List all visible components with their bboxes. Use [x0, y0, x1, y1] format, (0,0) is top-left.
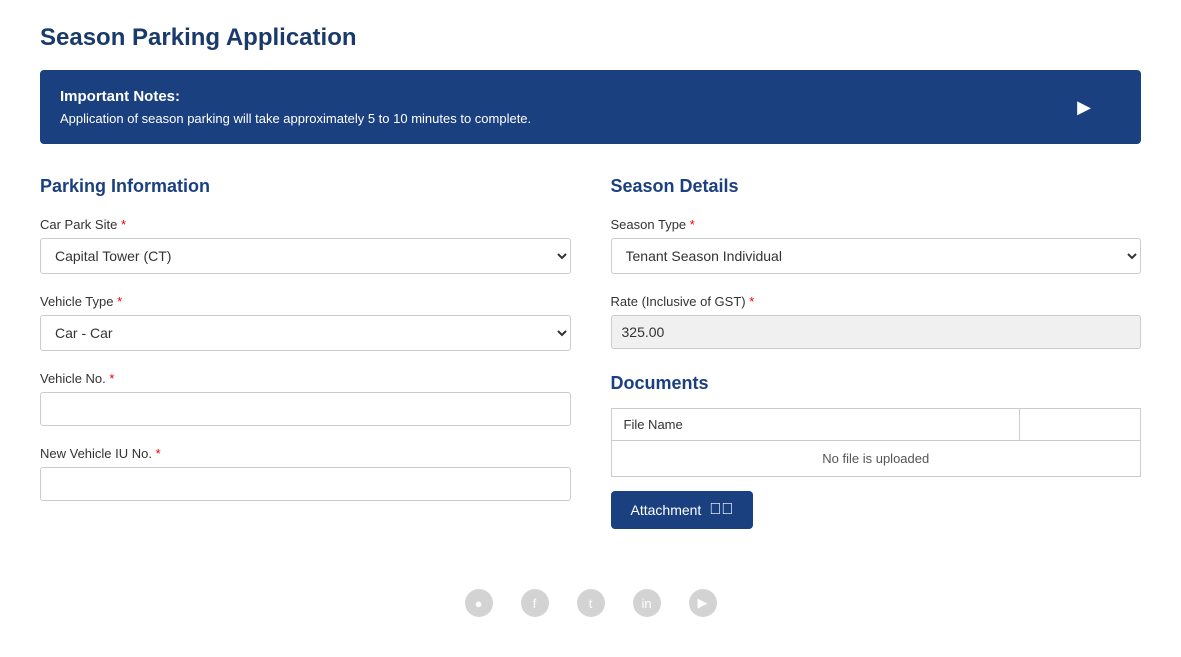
season-type-label: Season Type * [611, 217, 1142, 232]
banner-body: Application of season parking will take … [60, 111, 531, 126]
new-vehicle-iu-input[interactable] [40, 467, 571, 501]
season-details-section: Season Details Season Type * Tenant Seas… [611, 176, 1142, 529]
documents-table: File Name No file is uploaded [611, 408, 1142, 477]
rate-value: 325.00 [611, 315, 1142, 349]
vehicle-type-label: Vehicle Type * [40, 294, 571, 309]
car-park-site-field: Car Park Site * Capital Tower (CT) Other… [40, 217, 571, 274]
rate-field: Rate (Inclusive of GST) * 325.00 [611, 294, 1142, 349]
page-title: Season Parking Application [40, 24, 1141, 52]
action-column-header [1019, 409, 1140, 441]
season-details-title: Season Details [611, 176, 1142, 197]
parking-information-section: Parking Information Car Park Site * Capi… [40, 176, 571, 529]
season-type-select[interactable]: Tenant Season Individual Monthly Annual [611, 238, 1142, 274]
facebook-icon: f [521, 589, 549, 617]
banner-content: Important Notes: Application of season p… [60, 88, 531, 126]
file-name-column-header: File Name [611, 409, 1019, 441]
table-row: No file is uploaded [611, 441, 1141, 477]
documents-title: Documents [611, 373, 1142, 394]
upload-icon: ⬆⃝ [709, 501, 733, 519]
table-header-row: File Name [611, 409, 1141, 441]
new-vehicle-iu-label: New Vehicle IU No. * [40, 446, 571, 461]
important-notes-banner: Important Notes: Application of season p… [40, 70, 1141, 144]
car-park-site-label: Car Park Site * [40, 217, 571, 232]
new-vehicle-iu-field: New Vehicle IU No. * [40, 446, 571, 501]
vehicle-no-input[interactable] [40, 392, 571, 426]
footer-social-icons: ● f t in ▶ [40, 589, 1141, 617]
documents-section: Documents File Name No file is uploaded [611, 373, 1142, 529]
rate-label: Rate (Inclusive of GST) * [611, 294, 1142, 309]
banner-expand-icon[interactable]: ▶ [1077, 97, 1091, 118]
linkedin-icon: in [633, 589, 661, 617]
instagram-icon: ● [465, 589, 493, 617]
attachment-label: Attachment [631, 502, 702, 518]
banner-heading: Important Notes: [60, 88, 531, 105]
vehicle-no-label: Vehicle No. * [40, 371, 571, 386]
vehicle-no-field: Vehicle No. * [40, 371, 571, 426]
youtube-icon: ▶ [689, 589, 717, 617]
attachment-button[interactable]: Attachment ⬆⃝ [611, 491, 754, 529]
parking-info-title: Parking Information [40, 176, 571, 197]
car-park-site-select[interactable]: Capital Tower (CT) Other Site [40, 238, 571, 274]
vehicle-type-select[interactable]: Car - Car Motorcycle Van [40, 315, 571, 351]
vehicle-type-field: Vehicle Type * Car - Car Motorcycle Van [40, 294, 571, 351]
season-type-field: Season Type * Tenant Season Individual M… [611, 217, 1142, 274]
no-file-message: No file is uploaded [611, 441, 1141, 477]
twitter-icon: t [577, 589, 605, 617]
